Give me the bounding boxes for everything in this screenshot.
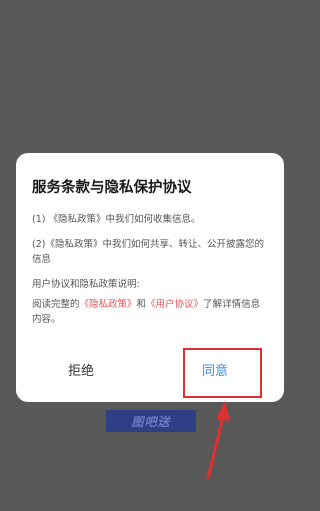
user-agreement-link[interactable]: 《用户协议》	[146, 299, 203, 310]
agree-highlight-box	[183, 348, 262, 398]
privacy-item-2: (2)《隐私政策》中我们如何共享、转让、公开披露您的信息	[32, 239, 264, 265]
and-text: 和	[136, 299, 147, 310]
agreement-note-label: 用户协议和隐私政策说明:	[32, 279, 140, 290]
dialog-title: 服务条款与隐私保护协议	[32, 180, 192, 196]
privacy-item-1: (1) 《隐私政策》中我们如何收集信息。	[32, 214, 201, 225]
app-screen: 图吧送 服务条款与隐私保护协议 (1) 《隐私政策》中我们如何收集信息。 (2)…	[0, 0, 300, 511]
privacy-policy-link[interactable]: 《隐私政策》	[80, 299, 137, 310]
background-button[interactable]: 图吧送	[106, 410, 196, 432]
read-prefix: 阅读完整的	[32, 299, 80, 310]
refuse-button[interactable]: 拒绝	[68, 363, 94, 381]
agreement-read-text: 阅读完整的《隐私政策》和《用户协议》了解详情信息内容。	[32, 297, 268, 327]
